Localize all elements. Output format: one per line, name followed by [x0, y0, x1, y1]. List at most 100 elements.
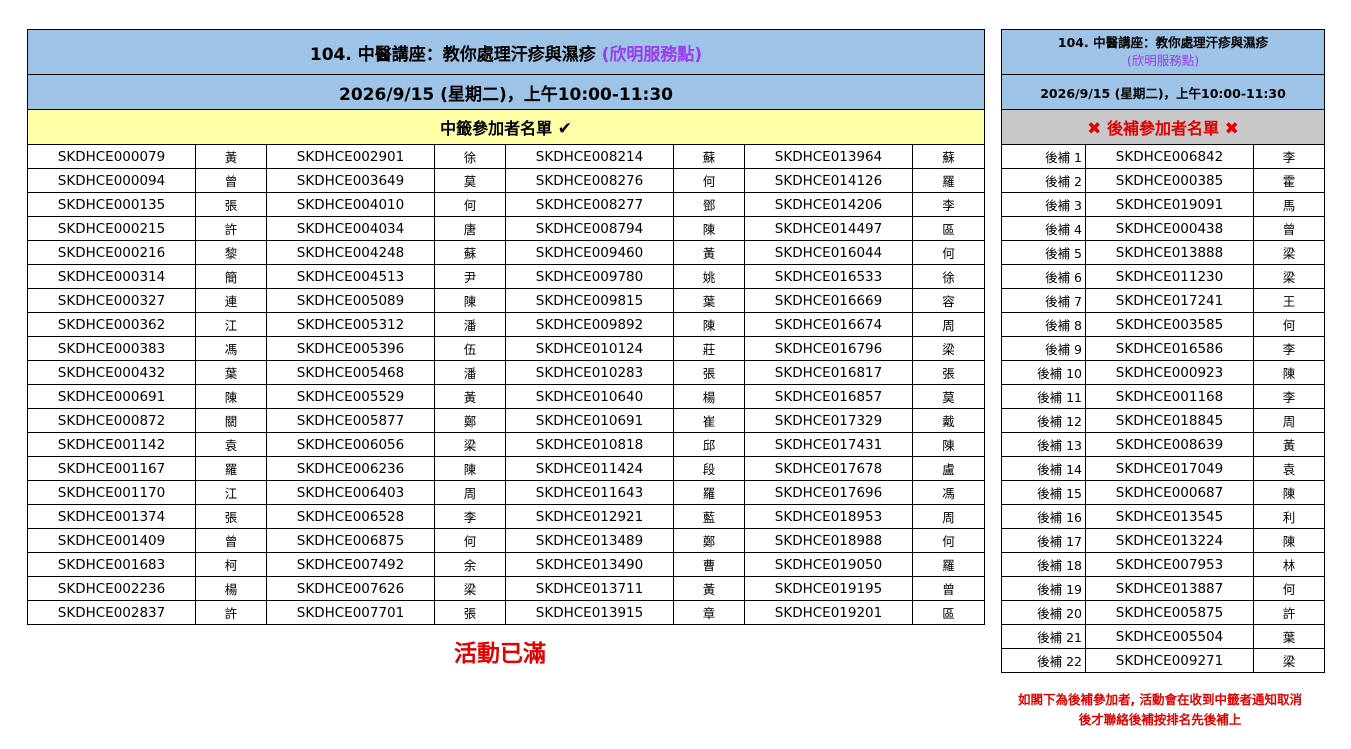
participant-code: SKDHCE000362 — [27, 312, 196, 337]
table-row: 後補 2 SKDHCE000385 霍 — [1001, 168, 1326, 193]
participant-surname: 徐 — [911, 264, 986, 289]
participant-code: SKDHCE000314 — [27, 264, 196, 289]
participant-code: SKDHCE005529 — [266, 384, 435, 409]
participant-surname: 黎 — [195, 240, 267, 265]
participant-code: SKDHCE003585 — [1085, 312, 1254, 337]
participant-code: SKDHCE006875 — [266, 528, 435, 553]
participant-code: SKDHCE000385 — [1085, 168, 1254, 193]
participant-surname: 陳 — [673, 312, 745, 337]
participant-code: SKDHCE002837 — [27, 600, 196, 625]
participant-surname: 梁 — [1252, 648, 1326, 673]
participant-surname: 莫 — [911, 384, 986, 409]
participant-code: SKDHCE004010 — [266, 192, 435, 217]
participant-surname: 李 — [1252, 144, 1326, 169]
participant-surname: 陳 — [434, 288, 506, 313]
participant-code: SKDHCE009815 — [505, 288, 674, 313]
participant-surname: 何 — [1252, 312, 1326, 337]
participant-code: SKDHCE005875 — [1085, 600, 1254, 625]
table-row: SKDHCE001142 袁 SKDHCE006056 梁 SKDHCE010818 邱 S… — [27, 432, 986, 457]
participant-code: SKDHCE013964 — [744, 144, 913, 169]
participant-code: SKDHCE013224 — [1085, 528, 1254, 553]
participant-surname: 張 — [195, 504, 267, 529]
participant-surname: 陳 — [1252, 480, 1326, 505]
x-icon: ✖ — [1087, 119, 1102, 139]
table-row: 後補 6 SKDHCE011230 梁 — [1001, 264, 1326, 289]
participant-code: SKDHCE001170 — [27, 480, 196, 505]
participant-code: SKDHCE005877 — [266, 408, 435, 433]
participant-surname: 容 — [911, 288, 986, 313]
waitlist-rank: 後補 18 — [1001, 552, 1086, 577]
participant-code: SKDHCE008277 — [505, 192, 674, 217]
participant-surname: 周 — [1252, 408, 1326, 433]
participant-surname: 莊 — [673, 336, 745, 361]
participant-code: SKDHCE010818 — [505, 432, 674, 457]
participant-surname: 馬 — [1252, 192, 1326, 217]
table-row: SKDHCE000314 簡 SKDHCE004513 尹 SKDHCE009780 姚 S… — [27, 264, 986, 289]
participant-surname: 曾 — [195, 528, 267, 553]
participant-code: SKDHCE019195 — [744, 576, 913, 601]
participant-surname: 何 — [434, 528, 506, 553]
table-row: 後補 10 SKDHCE000923 陳 — [1001, 360, 1326, 385]
participant-surname: 黃 — [673, 576, 745, 601]
waitlist-note: 如閣下為後補參加者, 活動會在收到中籤者通知取消 後才聯絡後補按排名先後補上 — [980, 690, 1340, 730]
participant-surname: 羅 — [911, 552, 986, 577]
participant-code: SKDHCE008639 — [1085, 432, 1254, 457]
participant-code: SKDHCE005396 — [266, 336, 435, 361]
participant-code: SKDHCE011424 — [505, 456, 674, 481]
table-row: 後補 11 SKDHCE001168 李 — [1001, 384, 1326, 409]
participant-surname: 余 — [434, 552, 506, 577]
participant-surname: 許 — [195, 216, 267, 241]
waitlist-event-title-text: 104. 中醫講座：教你處理汗疹與濕疹 — [1057, 35, 1269, 50]
waitlist-rank: 後補 16 — [1001, 504, 1086, 529]
participant-surname: 許 — [195, 600, 267, 625]
participant-surname: 柯 — [195, 552, 267, 577]
participant-code: SKDHCE000872 — [27, 408, 196, 433]
participant-code: SKDHCE011230 — [1085, 264, 1254, 289]
table-row: 後補 12 SKDHCE018845 周 — [1001, 408, 1326, 433]
participant-code: SKDHCE005089 — [266, 288, 435, 313]
waitlist-rank: 後補 4 — [1001, 216, 1086, 241]
table-row: 後補 17 SKDHCE013224 陳 — [1001, 528, 1326, 553]
participant-code: SKDHCE000687 — [1085, 480, 1254, 505]
participant-surname: 何 — [434, 192, 506, 217]
participant-code: SKDHCE000215 — [27, 216, 196, 241]
waitlist-rank: 後補 7 — [1001, 288, 1086, 313]
waitlist-rank: 後補 3 — [1001, 192, 1086, 217]
participant-surname: 徐 — [434, 144, 506, 169]
participant-code: SKDHCE014497 — [744, 216, 913, 241]
participant-surname: 潘 — [434, 360, 506, 385]
participant-code: SKDHCE017431 — [744, 432, 913, 457]
participant-code: SKDHCE017049 — [1085, 456, 1254, 481]
selected-participants-table: 104. 中醫講座：教你處理汗疹與濕疹 (欣明服務點) 2026/9/15 (星… — [26, 29, 986, 625]
event-date: 2026/9/15 (星期二)，上午10:00-11:30 — [26, 74, 986, 110]
participant-code: SKDHCE010124 — [505, 336, 674, 361]
participant-code: SKDHCE000135 — [27, 192, 196, 217]
participant-code: SKDHCE003649 — [266, 168, 435, 193]
participant-surname: 蘇 — [434, 240, 506, 265]
event-title: 104. 中醫講座：教你處理汗疹與濕疹 (欣明服務點) — [26, 29, 986, 75]
participant-surname: 蘇 — [911, 144, 986, 169]
participant-surname: 張 — [195, 192, 267, 217]
participant-surname: 邱 — [673, 432, 745, 457]
table-row: 後補 22 SKDHCE009271 梁 — [1001, 648, 1326, 673]
participant-code: SKDHCE005468 — [266, 360, 435, 385]
waitlist-rank: 後補 8 — [1001, 312, 1086, 337]
participant-surname: 何 — [911, 528, 986, 553]
table-row: SKDHCE000094 曾 SKDHCE003649 莫 SKDHCE008276 何 S… — [27, 168, 986, 193]
participant-surname: 陳 — [195, 384, 267, 409]
table-row: 後補 3 SKDHCE019091 馬 — [1001, 192, 1326, 217]
participant-surname: 黃 — [434, 384, 506, 409]
table-row: SKDHCE000215 許 SKDHCE004034 唐 SKDHCE008794 陳 S… — [27, 216, 986, 241]
participant-code: SKDHCE001409 — [27, 528, 196, 553]
participant-code: SKDHCE009780 — [505, 264, 674, 289]
participant-code: SKDHCE018953 — [744, 504, 913, 529]
participant-surname: 鄭 — [434, 408, 506, 433]
waitlist-header: ✖ 後補參加者名單 ✖ — [1000, 109, 1326, 145]
selected-list-header-label: 中籤參加者名單 — [440, 119, 553, 138]
participant-surname: 黃 — [195, 144, 267, 169]
waitlist-rank: 後補 1 — [1001, 144, 1086, 169]
participant-code: SKDHCE012921 — [505, 504, 674, 529]
participant-code: SKDHCE013915 — [505, 600, 674, 625]
participant-surname: 周 — [911, 312, 986, 337]
participant-surname: 袁 — [195, 432, 267, 457]
